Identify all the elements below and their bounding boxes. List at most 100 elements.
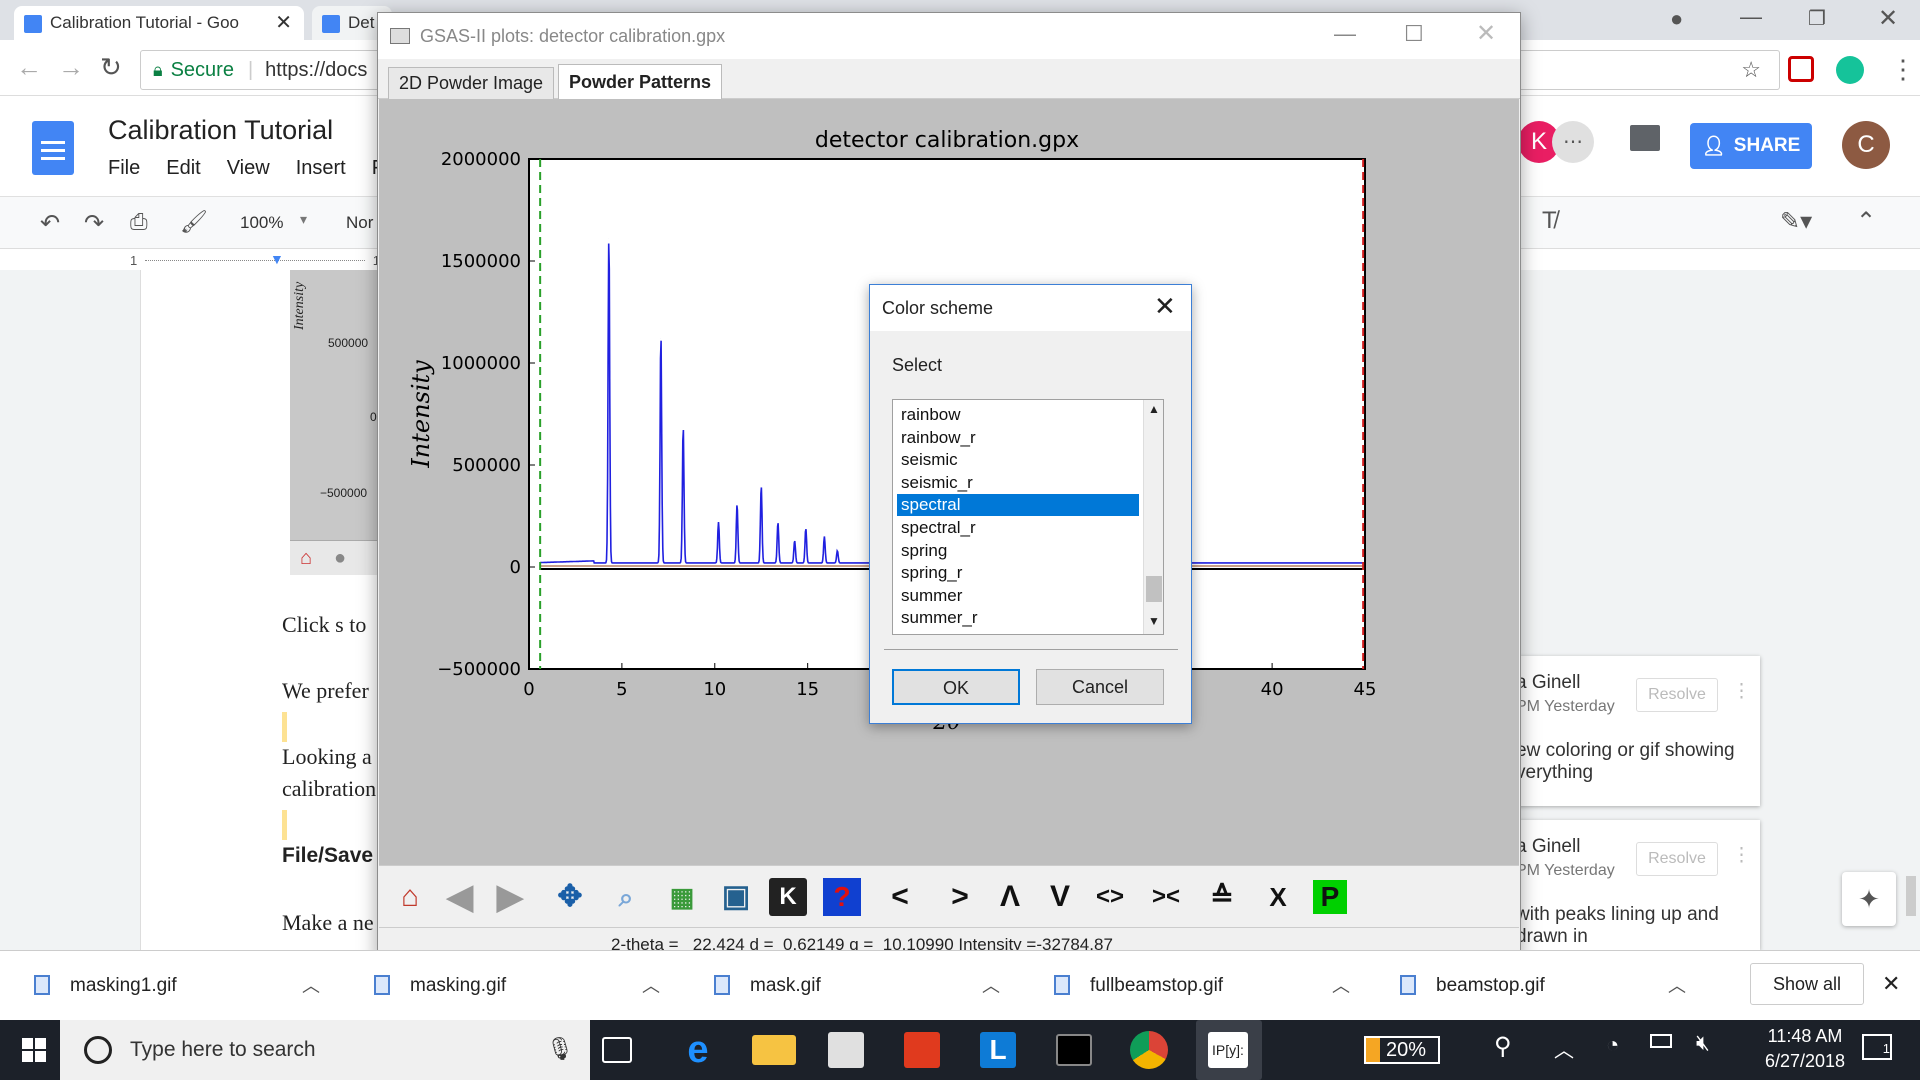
reload-icon[interactable]: ↻ [100,52,122,83]
color-scheme-option[interactable]: seismic [897,449,1139,471]
browser-tab-calibration[interactable]: Calibration Tutorial - Goo ✕ [14,6,304,40]
forward-icon[interactable]: → [58,52,84,83]
power-icon[interactable] [1650,1034,1672,1048]
download-item[interactable]: masking1.gif ︿ [0,951,330,1021]
help-icon[interactable]: ? [823,878,861,916]
print-icon[interactable]: ⎙ [130,209,148,235]
tab-powder-patterns[interactable]: Powder Patterns [558,64,723,100]
task-view-icon[interactable] [602,1037,632,1063]
chat-icon[interactable]: ⋯ [1552,121,1594,163]
shift-up-button[interactable]: Λ [989,876,1031,918]
minimize-icon[interactable]: — [1334,21,1356,47]
shift-left-button[interactable]: < [879,876,921,918]
list-scrollbar[interactable]: ▲ ▼ [1143,400,1163,634]
menu-view[interactable]: View [227,157,270,180]
chrome-icon[interactable] [1130,1031,1168,1069]
expand-x-button[interactable]: <> [1089,876,1131,918]
menu-edit[interactable]: Edit [166,157,200,180]
minimize-icon[interactable]: — [1740,4,1762,30]
chevron-down-icon[interactable]: ▾ [300,211,307,228]
more-options-icon[interactable]: ⋮ [1732,844,1751,867]
more-options-icon[interactable]: ⋮ [1732,680,1751,703]
menu-file[interactable]: File [108,157,140,180]
color-scheme-list[interactable]: rainbow rainbow_r seismic seismic_r spectral… [892,399,1164,635]
paint-format-icon[interactable]: 🖌︎ [180,209,208,235]
color-scheme-option[interactable]: spectral_r [897,517,1139,539]
ok-button[interactable]: OK [892,669,1020,705]
color-scheme-option[interactable]: summer_r [897,607,1139,629]
maximize-icon[interactable]: ☐ [1404,21,1424,47]
expand-y-button[interactable]: ≙ [1201,876,1243,918]
close-downloads-icon[interactable]: ✕ [1882,971,1900,997]
chevron-up-icon[interactable]: ︿ [1332,951,1350,1021]
tab-2d-powder-image[interactable]: 2D Powder Image [388,67,555,99]
comments-icon[interactable] [1630,125,1660,151]
save-icon[interactable]: ▣ [715,876,757,918]
back-circle-icon[interactable]: ◀ [439,876,481,918]
indent-marker-icon[interactable]: ▼ [270,251,284,267]
mute-icon[interactable]: 🔇︎ [1696,1030,1710,1056]
microphone-icon[interactable]: 🎙︎ [546,1036,574,1062]
document-title[interactable]: Calibration Tutorial [108,115,333,146]
home-icon[interactable]: ⌂ [389,876,431,918]
redo-icon[interactable]: ↷ [84,209,104,238]
forward-circle-icon[interactable]: ▶ [489,876,531,918]
color-scheme-option[interactable]: seismic_r [897,472,1139,494]
close-icon[interactable]: ✕ [1154,291,1176,322]
taskbar-search[interactable]: Type here to search 🎙︎ [60,1020,590,1080]
file-explorer-icon[interactable] [752,1035,796,1065]
lync-icon[interactable]: L [980,1032,1016,1068]
ipython-icon[interactable]: IP[y]: [1208,1032,1248,1068]
scroll-thumb[interactable] [1146,576,1162,602]
close-window-icon[interactable]: ✕ [1878,4,1898,33]
configure-icon[interactable]: ▦ [661,876,703,918]
battery-indicator[interactable]: 20% [1364,1036,1440,1064]
resolve-button[interactable]: Resolve [1636,678,1718,712]
chevron-up-icon[interactable]: ︿ [1668,951,1686,1021]
scroll-down-icon[interactable]: ▼ [1148,614,1160,628]
explore-icon[interactable]: ✦ [1842,872,1896,926]
clock[interactable]: 11:48 AM 6/27/2018 [1750,1026,1860,1072]
back-icon[interactable]: ← [16,52,42,83]
download-item[interactable]: fullbeamstop.gif ︿ [1020,951,1360,1021]
account-avatar[interactable]: C [1842,121,1890,169]
shift-down-button[interactable]: V [1039,876,1081,918]
docs-logo-icon[interactable] [32,121,74,175]
color-scheme-option[interactable]: spring [897,540,1139,562]
restore-icon[interactable]: ❐ [1808,6,1826,31]
menu-insert[interactable]: Insert [296,157,346,180]
style-select[interactable]: Nor [346,213,373,233]
share-button[interactable]: 👤︎ SHARE [1690,123,1812,169]
chrome-menu-icon[interactable]: ⋮ [1890,54,1916,85]
wifi-icon[interactable]: ◔ [1606,1032,1619,1058]
grammarly-extension-icon[interactable] [1836,56,1864,84]
chevron-up-icon[interactable]: ︿ [982,951,1000,1021]
color-scheme-option[interactable]: rainbow [897,404,1139,426]
store-icon[interactable] [828,1032,864,1068]
contract-y-button[interactable]: X [1257,876,1299,918]
show-all-button[interactable]: Show all [1750,963,1864,1005]
windows-start-icon[interactable] [22,1038,46,1062]
terminal-icon[interactable] [1056,1034,1092,1066]
color-scheme-option[interactable]: summer [897,585,1139,607]
scroll-up-icon[interactable]: ▲ [1148,402,1160,416]
plot-p-button[interactable]: P [1313,880,1347,914]
comment-card[interactable]: a Ginell PM Yesterday Resolve ⋮ with pea… [1500,820,1760,950]
cancel-button[interactable]: Cancel [1036,669,1164,705]
collapse-toolbar-icon[interactable]: ⌃ [1856,207,1876,236]
chevron-up-icon[interactable]: ︿ [302,951,320,1021]
close-icon[interactable]: ✕ [1476,19,1496,48]
color-scheme-option[interactable]: rainbow_r [897,427,1139,449]
key-k-icon[interactable]: K [769,878,807,916]
zoom-icon[interactable]: ⌕ [605,876,647,918]
page-scrollbar[interactable] [1906,876,1916,916]
app-icon[interactable] [904,1032,940,1068]
edge-icon[interactable]: e [676,1028,720,1072]
notifications-icon[interactable]: 1 [1862,1034,1892,1060]
edit-mode-icon[interactable]: ✎▾ [1780,207,1812,236]
zoom-select[interactable]: 100% [240,213,283,233]
color-scheme-option[interactable]: spectral [897,494,1139,517]
close-tab-icon[interactable]: ✕ [275,6,292,40]
resolve-button[interactable]: Resolve [1636,842,1718,876]
bookmark-star-icon[interactable]: ☆ [1741,57,1761,83]
